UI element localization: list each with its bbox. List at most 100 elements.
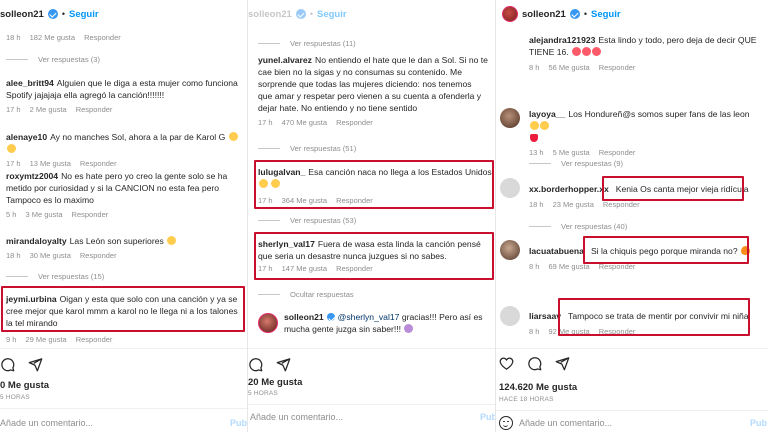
- hide-replies-link[interactable]: Ocultar respuestas: [258, 290, 354, 299]
- add-comment-field[interactable]: Añade un comentario...: [0, 418, 93, 428]
- add-comment-field[interactable]: Añade un comentario...: [250, 412, 343, 422]
- heart-icon[interactable]: [499, 356, 514, 371]
- follow-button[interactable]: Seguir: [69, 9, 99, 20]
- likes-count[interactable]: 124.620 Me gusta: [499, 382, 577, 393]
- follow-button[interactable]: Seguir: [317, 9, 347, 20]
- publish-button[interactable]: Pub: [480, 412, 495, 422]
- heart-eyes-emoji-icon: [530, 121, 539, 130]
- post-age: HACE 18 HORAS: [499, 396, 554, 403]
- divider: [496, 410, 768, 411]
- comment-item: alejandra121923 Esta lindo y todo, pero d…: [529, 35, 757, 72]
- comment-username[interactable]: mirandaloyalty: [6, 236, 67, 246]
- comments-panel-right: solleon21 • Seguir alejandra121923 Esta l…: [495, 0, 768, 432]
- pleading-emoji-icon: [582, 47, 592, 56]
- comment-username[interactable]: sherlyn_val17: [258, 239, 315, 249]
- reply-button[interactable]: Responder: [599, 148, 636, 157]
- comment-icon[interactable]: [527, 356, 542, 371]
- comment-item: alee_britt94 Alguien que le diga a esta m…: [6, 78, 238, 114]
- comment-item: yunel.alvarez No entiendo el hate que le …: [258, 55, 488, 127]
- reply-button[interactable]: Responder: [599, 63, 636, 72]
- action-bar: [248, 357, 291, 372]
- comment-username[interactable]: lacuatabuena: [529, 246, 584, 256]
- reply-button[interactable]: Responder: [336, 118, 373, 127]
- reply-button[interactable]: Responder: [84, 33, 121, 42]
- publish-button[interactable]: Pub: [230, 418, 247, 428]
- comment-username[interactable]: alenaye10: [6, 132, 47, 142]
- verified-badge-icon: [295, 9, 306, 19]
- heart-emoji-icon: [530, 134, 538, 142]
- comment-username[interactable]: roxymtz2004: [6, 171, 58, 181]
- smile-icon[interactable]: [499, 416, 513, 430]
- post-header: solleon21 • Seguir: [0, 6, 247, 22]
- view-replies-link[interactable]: Ver respuestas (11): [258, 39, 356, 48]
- separator-dot: •: [309, 9, 313, 19]
- post-age: 5 HORAS: [0, 394, 30, 401]
- dancer-emoji-icon: [404, 324, 414, 333]
- avatar[interactable]: [500, 240, 520, 260]
- pleading-emoji-icon: [592, 47, 602, 56]
- add-comment-field[interactable]: Añade un comentario...: [499, 416, 612, 430]
- highlight-box: [602, 176, 744, 201]
- likes-count[interactable]: 20 Me gusta: [248, 377, 302, 388]
- grin-emoji-icon: [7, 144, 16, 153]
- view-replies-link[interactable]: Ver respuestas (9): [529, 159, 623, 168]
- avatar[interactable]: [500, 178, 520, 198]
- view-replies-link[interactable]: Ver respuestas (51): [258, 144, 356, 153]
- grin-emoji-icon: [228, 132, 238, 141]
- header-avatar[interactable]: [502, 6, 518, 22]
- pleading-emoji-icon: [572, 47, 582, 56]
- follow-button[interactable]: Seguir: [591, 9, 621, 20]
- heart-eyes-emoji-icon: [167, 236, 177, 245]
- reply-button[interactable]: Responder: [336, 264, 373, 273]
- comment-username[interactable]: layoya__: [529, 109, 565, 119]
- comment-username[interactable]: xx.borderhopper.xx: [529, 184, 609, 194]
- publish-button[interactable]: Pub: [750, 418, 767, 428]
- comment-username[interactable]: jeymi.urbina: [6, 294, 57, 304]
- view-replies-link[interactable]: Ver respuestas (15): [6, 272, 104, 281]
- comment-username[interactable]: liarsaav: [529, 311, 561, 321]
- view-replies-link[interactable]: Ver respuestas (3): [6, 55, 100, 64]
- heart-eyes-emoji-icon: [540, 121, 549, 130]
- comment-item-highlighted: lulugalvan_ Esa canción naca no llega a l…: [258, 167, 492, 205]
- view-replies-link[interactable]: Ver respuestas (53): [258, 216, 356, 225]
- divider: [496, 348, 768, 349]
- avatar[interactable]: [500, 306, 520, 326]
- action-bar: [0, 357, 43, 372]
- reply-button[interactable]: Responder: [72, 210, 109, 219]
- comment-username[interactable]: solleon21: [284, 312, 324, 322]
- mention-link[interactable]: @sherlyn_val17: [338, 312, 400, 322]
- reply-button[interactable]: Responder: [80, 251, 117, 260]
- view-replies-link[interactable]: Ver respuestas (40): [529, 222, 627, 231]
- reply-button[interactable]: Responder: [603, 200, 640, 209]
- avatar[interactable]: [258, 313, 278, 333]
- comment-item-highlighted: jeymi.urbina Oigan y esta que solo con un…: [6, 294, 238, 328]
- comment-icon[interactable]: [248, 357, 263, 372]
- header-username[interactable]: solleon21: [522, 9, 566, 20]
- share-icon[interactable]: [555, 356, 570, 371]
- post-header: solleon21 • Seguir: [248, 6, 495, 22]
- comment-username[interactable]: alee_britt94: [6, 78, 54, 88]
- laughing-emoji-icon: [259, 179, 268, 188]
- avatar[interactable]: [500, 108, 520, 128]
- highlight-box: [583, 236, 749, 264]
- verified-badge-icon: [569, 9, 580, 19]
- share-icon[interactable]: [28, 357, 43, 372]
- share-icon[interactable]: [276, 357, 291, 372]
- likes-count[interactable]: 0 Me gusta: [0, 380, 49, 391]
- comment-icon[interactable]: [0, 357, 15, 372]
- comment-username[interactable]: yunel.alvarez: [258, 55, 312, 65]
- action-bar: [499, 356, 570, 371]
- laughing-emoji-icon: [271, 179, 281, 188]
- screenshot-collage: solleon21 • Seguir 18 h 182 Me gusta Respo…: [0, 0, 768, 432]
- header-username[interactable]: solleon21: [0, 9, 44, 20]
- separator-dot: •: [61, 9, 65, 19]
- comment-meta: 18 h 182 Me gusta Responder: [6, 33, 121, 42]
- comment-username[interactable]: lulugalvan_: [258, 167, 305, 177]
- reply-button[interactable]: Responder: [80, 159, 117, 168]
- reply-button[interactable]: Responder: [76, 105, 113, 114]
- separator-dot: •: [583, 9, 587, 19]
- reply-button[interactable]: Responder: [336, 196, 373, 205]
- comment-username[interactable]: alejandra121923: [529, 35, 595, 45]
- header-username[interactable]: solleon21: [248, 9, 292, 20]
- reply-button[interactable]: Responder: [76, 335, 113, 344]
